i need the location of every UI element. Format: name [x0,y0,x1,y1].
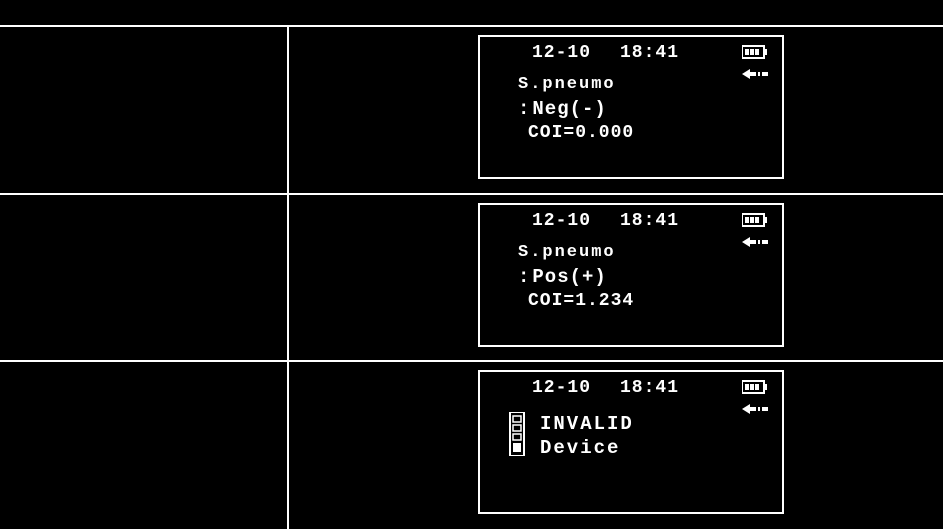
time-label: 18:41 [620,378,679,398]
status-bar: 12-10 18:41 [480,43,782,67]
battery-icon [742,380,768,394]
test-name: S.pneumo [518,241,772,265]
result-value: Pos(+) [518,265,772,289]
table-row: 12-10 18:41 [0,195,943,360]
invalid-body: INVALID Device [508,412,772,460]
battery-icon [742,213,768,227]
invalid-line1: INVALID [540,412,634,436]
result-value: Neg(-) [518,97,772,121]
time-label: 18:41 [620,43,679,63]
status-bar: 12-10 18:41 [480,378,782,402]
table-row: 12-10 18:41 [0,27,943,193]
result-body: S.pneumo Pos(+) COI=1.234 [518,241,772,337]
date-label: 12-10 [532,211,591,231]
battery-icon [742,45,768,59]
table-row: 12-10 18:41 [0,362,943,529]
coi-value: COI=1.234 [518,289,772,313]
time-label: 18:41 [620,211,679,231]
test-name: S.pneumo [518,73,772,97]
status-bar: 12-10 18:41 [480,211,782,235]
device-icon [508,412,526,456]
page: 12-10 18:41 [0,0,943,529]
device-screen-invalid: 12-10 18:41 [478,370,784,514]
result-body: S.pneumo Neg(-) COI=0.000 [518,73,772,169]
device-screen-neg: 12-10 18:41 [478,35,784,179]
invalid-text: INVALID Device [540,412,634,460]
date-label: 12-10 [532,43,591,63]
device-screen-pos: 12-10 18:41 [478,203,784,347]
invalid-line2: Device [540,436,634,460]
date-label: 12-10 [532,378,591,398]
coi-value: COI=0.000 [518,121,772,145]
